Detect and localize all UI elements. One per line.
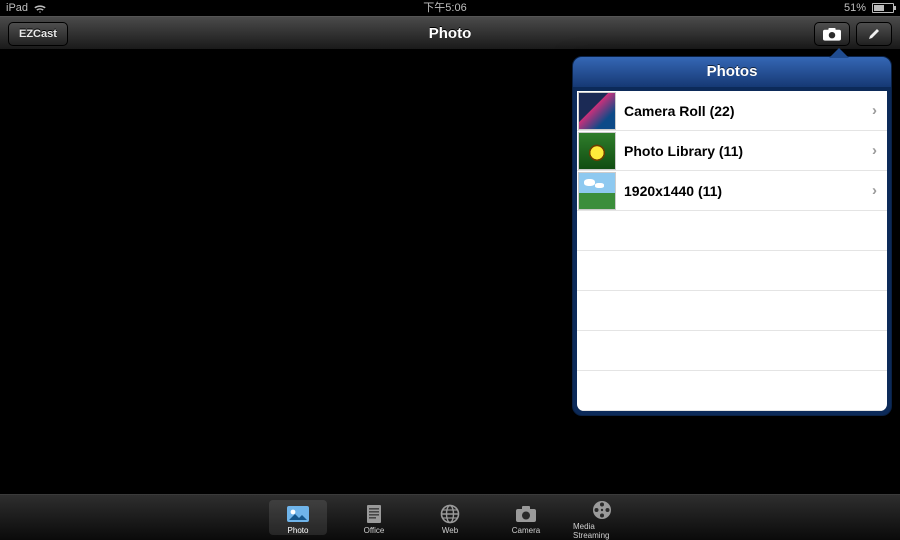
chevron-right-icon: › <box>872 102 877 119</box>
pencil-icon <box>867 27 881 41</box>
tab-web[interactable]: Web <box>421 500 479 535</box>
tab-bar: Photo Office Web Camera Media Streaming <box>0 494 900 540</box>
clock: 下午5:06 <box>423 0 466 16</box>
list-item <box>577 371 887 411</box>
album-thumb-icon <box>578 132 616 170</box>
tab-camera[interactable]: Camera <box>497 500 555 535</box>
list-item <box>577 251 887 291</box>
album-thumb-icon <box>578 92 616 130</box>
edit-button[interactable] <box>856 22 892 46</box>
tab-media-streaming[interactable]: Media Streaming <box>573 496 631 540</box>
wifi-icon <box>34 3 46 13</box>
list-item <box>577 291 887 331</box>
nav-bar: EZCast Photo <box>0 16 900 50</box>
album-list[interactable]: Camera Roll (22) › Photo Library (11) › … <box>577 91 887 411</box>
document-icon <box>362 503 386 525</box>
album-row-photo-library[interactable]: Photo Library (11) › <box>577 131 887 171</box>
chevron-right-icon: › <box>872 182 877 199</box>
photos-popover: Photos Camera Roll (22) › Photo Library … <box>572 56 892 416</box>
device-label: iPad <box>6 0 28 16</box>
album-row-1920x1440[interactable]: 1920x1440 (11) › <box>577 171 887 211</box>
tab-photo[interactable]: Photo <box>269 500 327 535</box>
popover-title: Photos <box>573 57 891 87</box>
tab-label: Camera <box>512 526 540 535</box>
photo-icon <box>286 503 310 525</box>
camera-button[interactable] <box>814 22 850 46</box>
album-thumb-icon <box>578 172 616 210</box>
battery-percent: 51% <box>844 0 866 16</box>
list-item <box>577 211 887 251</box>
status-bar: iPad 下午5:06 51% <box>0 0 900 16</box>
tab-label: Photo <box>288 526 309 535</box>
tab-label: Media Streaming <box>573 522 631 540</box>
album-label: Photo Library (11) <box>624 143 864 159</box>
page-title: Photo <box>429 25 472 42</box>
back-button[interactable]: EZCast <box>8 22 68 46</box>
battery-icon <box>872 3 894 13</box>
tab-label: Office <box>364 526 385 535</box>
album-row-camera-roll[interactable]: Camera Roll (22) › <box>577 91 887 131</box>
camera-icon <box>514 503 538 525</box>
tab-office[interactable]: Office <box>345 500 403 535</box>
album-label: 1920x1440 (11) <box>624 183 864 199</box>
list-item <box>577 331 887 371</box>
chevron-right-icon: › <box>872 142 877 159</box>
album-label: Camera Roll (22) <box>624 103 864 119</box>
tab-label: Web <box>442 526 458 535</box>
reel-icon <box>590 499 614 521</box>
globe-icon <box>438 503 462 525</box>
camera-icon <box>823 28 841 41</box>
